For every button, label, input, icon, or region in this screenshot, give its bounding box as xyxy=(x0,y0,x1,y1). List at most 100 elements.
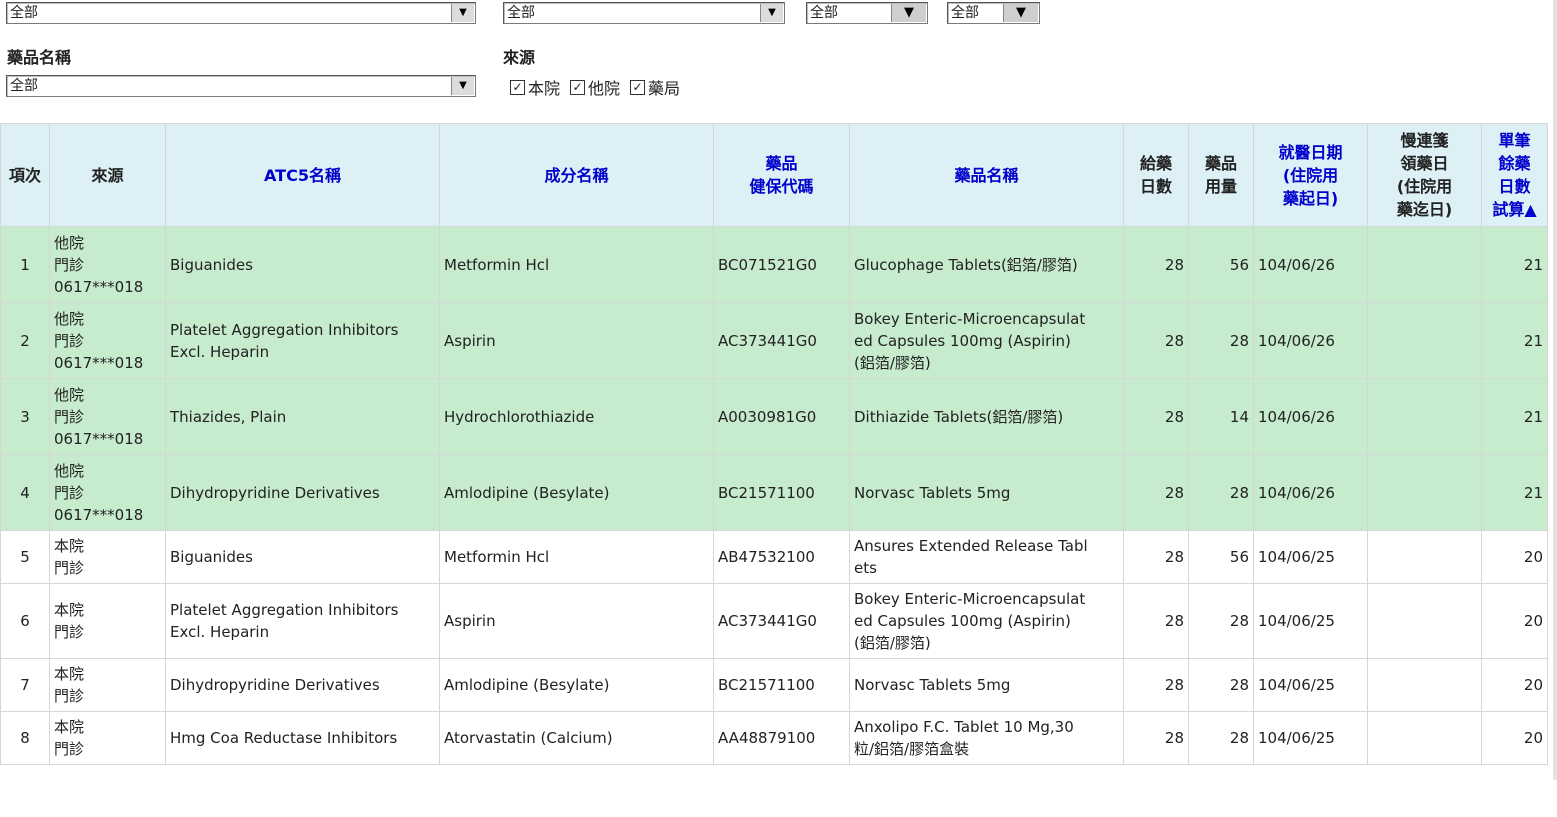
cell-atc5: Hmg Coa Reductase Inhibitors xyxy=(165,711,440,765)
source-line: 門診 xyxy=(54,623,85,641)
drug-name-select[interactable]: 全部 ▼ xyxy=(6,75,476,97)
cell-drug-name: Glucophage Tablets(鋁箔/膠箔) xyxy=(849,226,1124,303)
source-line: 門診 xyxy=(54,255,85,274)
chevron-down-icon[interactable]: ▼ xyxy=(760,4,783,22)
cell-qty: 28 xyxy=(1188,583,1254,659)
chevron-down-icon[interactable]: ▼ xyxy=(891,4,926,22)
checkbox-checked-icon[interactable]: ✓ xyxy=(630,79,646,95)
source-line: 他院 xyxy=(54,233,85,252)
cell-refill-date xyxy=(1367,454,1482,531)
drug-name-line: Ansures Extended Release Tabl xyxy=(854,537,1088,555)
cell-refill-date xyxy=(1367,711,1482,765)
checkbox-pharmacy[interactable]: ✓ 藥局 xyxy=(630,75,680,99)
filter-select-3[interactable]: 全部 ▼ xyxy=(806,2,928,24)
drug-name-line: Bokey Enteric-Microencapsulat xyxy=(854,309,1086,328)
table-row[interactable]: 1 他院 門診 0617***018 Biguanides Metformin Hcl BC… xyxy=(0,226,1548,303)
cell-code: BC21571100 xyxy=(713,658,850,712)
filter-select-2[interactable]: 全部 ▼ xyxy=(503,2,785,24)
source-line: 本院 xyxy=(54,537,85,555)
checkbox-local-hospital[interactable]: ✓ 本院 xyxy=(510,75,560,99)
cell-no: 3 xyxy=(0,378,50,455)
header-code-sort-link[interactable]: 藥品 健保代碼 xyxy=(713,123,850,227)
cell-ingredient: Amlodipine (Besylate) xyxy=(439,658,714,712)
source-line: 門診 xyxy=(54,559,85,577)
cell-days: 28 xyxy=(1123,530,1189,584)
cell-remaining-days: 21 xyxy=(1481,226,1548,303)
table-row[interactable]: 8 本院 門診 Hmg Coa Reductase Inhibitors Atorvas… xyxy=(0,711,1548,765)
table-row[interactable]: 3 他院 門診 0617***018 Thiazides, Plain Hydrochlo… xyxy=(0,378,1548,455)
cell-ingredient: Metformin Hcl xyxy=(439,530,714,584)
source-line: 0617***018 xyxy=(54,429,144,448)
drug-name-line: Dithiazide Tablets(鋁箔/膠箔) xyxy=(854,407,1064,426)
header-remaining-days-sort-link[interactable]: 單筆 餘藥 日數 試算▲ xyxy=(1481,123,1548,227)
drug-name-line: (鋁箔/膠箔) xyxy=(854,634,931,652)
cell-visit-date: 104/06/25 xyxy=(1253,583,1368,659)
cell-refill-date xyxy=(1367,302,1482,379)
drug-name-line: Anxolipo F.C. Tablet 10 Mg,30 xyxy=(854,718,1074,736)
table-row[interactable]: 2 他院 門診 0617***018 Platelet Aggregation Inhi… xyxy=(0,302,1548,379)
source-line: 本院 xyxy=(54,601,85,619)
source-label: 來源 xyxy=(503,48,536,67)
cell-no: 5 xyxy=(0,530,50,584)
cell-remaining-days: 20 xyxy=(1481,530,1548,584)
cell-source: 本院 門診 xyxy=(49,711,166,765)
cell-days: 28 xyxy=(1123,378,1189,455)
cell-drug-name: Norvasc Tablets 5mg xyxy=(849,454,1124,531)
cell-days: 28 xyxy=(1123,658,1189,712)
cell-source: 本院 門診 xyxy=(49,530,166,584)
cell-atc5: Dihydropyridine Derivatives xyxy=(165,454,440,531)
source-line: 門診 xyxy=(54,687,85,705)
cell-code: BC21571100 xyxy=(713,454,850,531)
cell-ingredient: Aspirin xyxy=(439,583,714,659)
cell-qty: 56 xyxy=(1188,226,1254,303)
table-row[interactable]: 7 本院 門診 Dihydropyridine Derivatives Amlodipi… xyxy=(0,658,1548,712)
cell-days: 28 xyxy=(1123,226,1189,303)
cell-days: 28 xyxy=(1123,454,1189,531)
header-days: 給藥 日數 xyxy=(1123,123,1189,227)
chevron-down-icon[interactable]: ▼ xyxy=(451,4,474,22)
cell-drug-name: Bokey Enteric-Microencapsulat ed Capsules… xyxy=(849,302,1124,379)
cell-qty: 56 xyxy=(1188,530,1254,584)
source-line: 門診 xyxy=(54,483,85,502)
checkbox-other-hospital[interactable]: ✓ 他院 xyxy=(570,75,620,99)
checkbox-checked-icon[interactable]: ✓ xyxy=(510,79,525,95)
cell-remaining-days: 21 xyxy=(1481,302,1548,379)
header-ingredient-sort-link[interactable]: 成分名稱 xyxy=(439,123,714,227)
header-source: 來源 xyxy=(49,123,166,227)
cell-drug-name: Dithiazide Tablets(鋁箔/膠箔) xyxy=(849,378,1124,455)
table-header-row: 項次 來源 ATC5名稱 成分名稱 藥品 健保代碼 藥品名稱 給藥 日數 藥品 用量 … xyxy=(0,123,1548,227)
cell-no: 1 xyxy=(0,226,50,303)
header-atc5-sort-link[interactable]: ATC5名稱 xyxy=(165,123,440,227)
filter-select-1[interactable]: 全部 ▼ xyxy=(6,2,476,24)
cell-atc5: Biguanides xyxy=(165,530,440,584)
cell-visit-date: 104/06/26 xyxy=(1253,378,1368,455)
cell-ingredient: Hydrochlorothiazide xyxy=(439,378,714,455)
drug-name-line: Glucophage Tablets(鋁箔/膠箔) xyxy=(854,255,1078,274)
table-row[interactable]: 5 本院 門診 Biguanides Metformin Hcl AB47532100 An… xyxy=(0,530,1548,584)
chevron-down-icon[interactable]: ▼ xyxy=(451,77,474,95)
chevron-down-icon[interactable]: ▼ xyxy=(1003,4,1038,22)
drug-name-select-value: 全部 xyxy=(10,78,38,94)
cell-no: 7 xyxy=(0,658,50,712)
cell-code: AC373441G0 xyxy=(713,583,850,659)
cell-days: 28 xyxy=(1123,711,1189,765)
header-visit-date-sort-link[interactable]: 就醫日期 (住院用 藥起日) xyxy=(1253,123,1368,227)
drug-name-line: ets xyxy=(854,559,877,577)
table-row[interactable]: 6 本院 門診 Platelet Aggregation Inhibitors Exc… xyxy=(0,583,1548,659)
cell-source: 本院 門診 xyxy=(49,583,166,659)
cell-atc5: Dihydropyridine Derivatives xyxy=(165,658,440,712)
cell-visit-date: 104/06/25 xyxy=(1253,711,1368,765)
cell-qty: 28 xyxy=(1188,658,1254,712)
header-drug-sort-link[interactable]: 藥品名稱 xyxy=(849,123,1124,227)
cell-qty: 28 xyxy=(1188,302,1254,379)
drug-name-line: (鋁箔/膠箔) xyxy=(854,353,931,372)
table-row[interactable]: 4 他院 門診 0617***018 Dihydropyridine Derivativ… xyxy=(0,454,1548,531)
source-line: 他院 xyxy=(54,385,85,404)
scrollbar[interactable] xyxy=(1553,0,1557,780)
cell-drug-name: Ansures Extended Release Tabl ets xyxy=(849,530,1124,584)
cell-remaining-days: 20 xyxy=(1481,658,1548,712)
cell-qty: 28 xyxy=(1188,454,1254,531)
checkbox-checked-icon[interactable]: ✓ xyxy=(570,79,586,95)
cell-code: AC373441G0 xyxy=(713,302,850,379)
filter-select-4[interactable]: 全部 ▼ xyxy=(947,2,1040,24)
